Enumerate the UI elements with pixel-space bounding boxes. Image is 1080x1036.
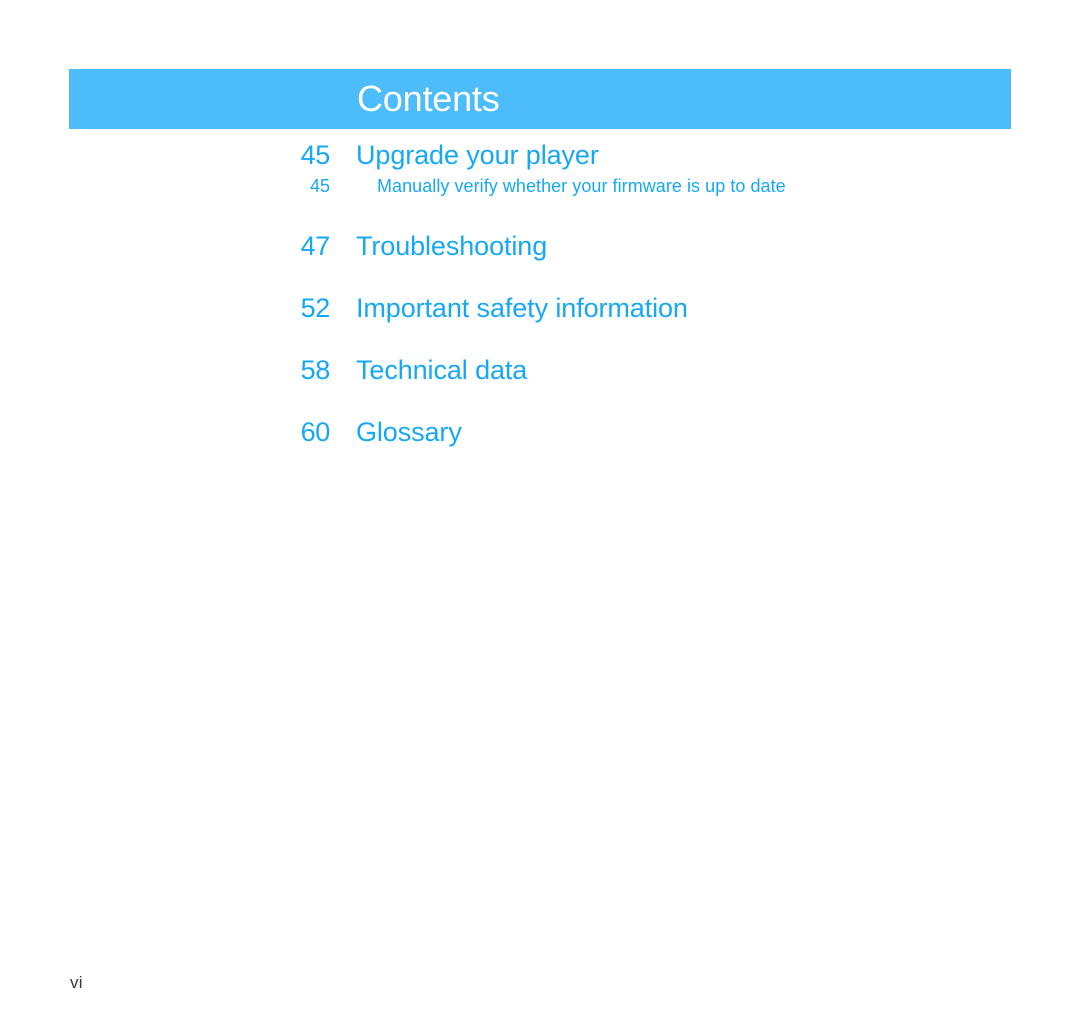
toc-entry-label: Manually verify whether your firmware is… (377, 176, 786, 196)
toc-entry-label: Troubleshooting (356, 231, 548, 261)
toc-entry-label: Upgrade your player (356, 140, 599, 170)
contents-header-banner: Contents (69, 69, 1011, 129)
page-folio: vi (70, 973, 83, 992)
toc-page-number: 45 (309, 176, 330, 196)
toc-page-number: 58 (300, 355, 331, 385)
toc-page-number: 47 (300, 231, 331, 261)
document-page: Contents 45 Upgrade your player 45 Manually… (0, 0, 1080, 1036)
toc-entry-label: Important safety information (356, 293, 688, 323)
toc-page-number: 60 (300, 417, 331, 447)
toc-page-number: 52 (300, 293, 331, 323)
page-title: Contents (357, 78, 500, 119)
toc-entry-label: Technical data (356, 355, 528, 385)
toc-entry-label: Glossary (356, 417, 462, 447)
toc-page-number: 45 (300, 140, 331, 170)
